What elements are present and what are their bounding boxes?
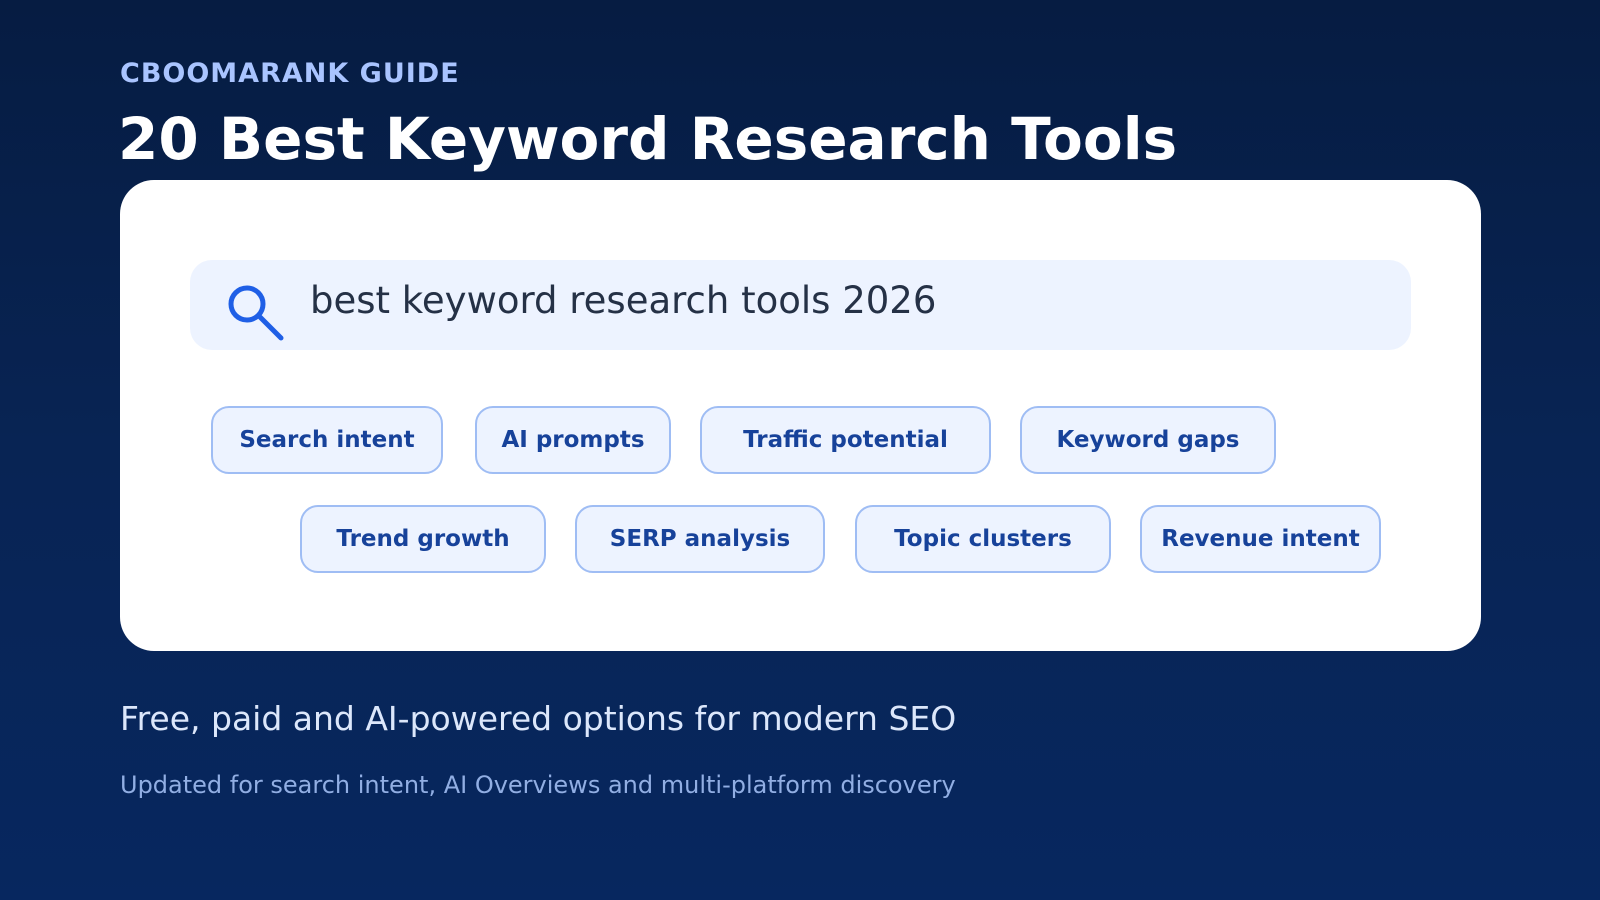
brand-eyebrow: CBOOMARANK GUIDE xyxy=(120,58,460,89)
search-card: best keyword research tools 2026 Search … xyxy=(120,180,1481,651)
chip-revenue-intent[interactable]: Revenue intent xyxy=(1140,505,1381,573)
chip-search-intent[interactable]: Search intent xyxy=(211,406,443,474)
chip-traffic-potential[interactable]: Traffic potential xyxy=(700,406,991,474)
chip-serp-analysis[interactable]: SERP analysis xyxy=(575,505,825,573)
chip-ai-prompts[interactable]: AI prompts xyxy=(475,406,671,474)
chip-keyword-gaps[interactable]: Keyword gaps xyxy=(1020,406,1276,474)
chip-trend-growth[interactable]: Trend growth xyxy=(300,505,546,573)
update-note: Updated for search intent, AI Overviews … xyxy=(120,771,956,799)
search-bar[interactable]: best keyword research tools 2026 xyxy=(190,260,1411,350)
search-query[interactable]: best keyword research tools 2026 xyxy=(310,278,936,324)
chip-topic-clusters[interactable]: Topic clusters xyxy=(855,505,1111,573)
search-icon xyxy=(228,285,284,341)
page-title: 20 Best Keyword Research Tools xyxy=(118,105,1178,173)
tagline: Free, paid and AI-powered options for mo… xyxy=(120,699,957,738)
